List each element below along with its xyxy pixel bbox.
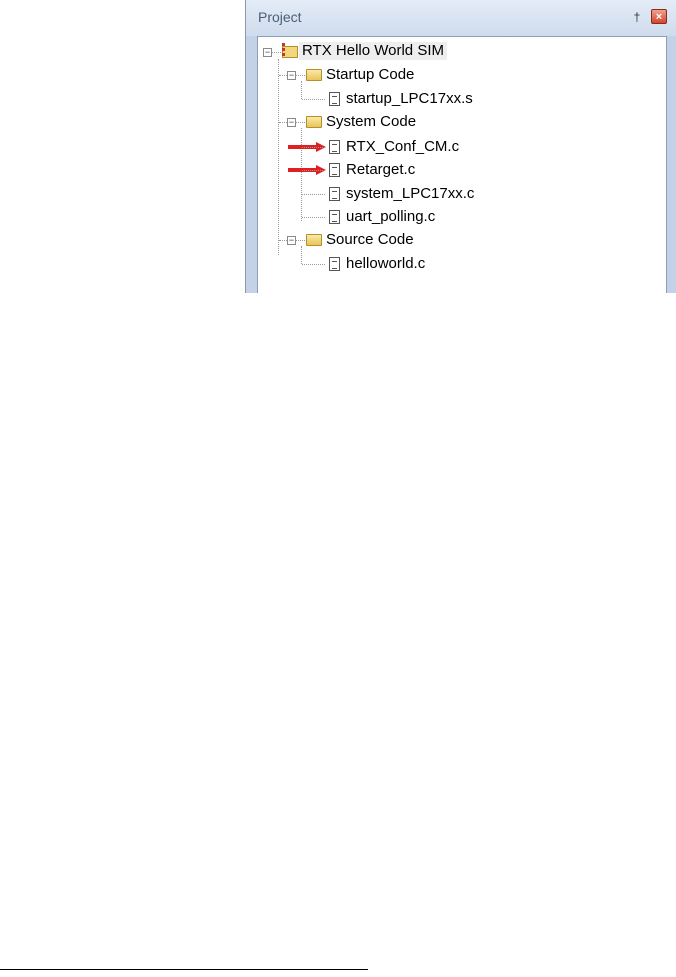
tree-group-label: System Code: [326, 113, 417, 130]
tree-group-system-code[interactable]: − System Code: [258, 111, 658, 133]
tree-line: [296, 240, 305, 241]
tree-root-label: RTX Hello World SIM: [299, 42, 447, 60]
collapse-icon[interactable]: −: [287, 236, 296, 245]
tree-file-label: startup_LPC17xx.s: [346, 90, 473, 107]
close-icon[interactable]: ×: [651, 9, 667, 24]
tree-group-label: Source Code: [326, 231, 414, 248]
tree-file-label: RTX_Conf_CM.c: [346, 138, 460, 155]
tree-line: [296, 122, 305, 123]
collapse-icon[interactable]: −: [263, 48, 272, 57]
panel-title: Project: [258, 9, 302, 25]
tree-line: [279, 240, 287, 241]
tree-file-label: uart_polling.c: [346, 208, 436, 225]
tree-line: [296, 75, 305, 76]
tree-file-retarget-c[interactable]: Retarget.c: [258, 158, 658, 180]
pin-icon[interactable]: †: [630, 8, 644, 26]
panel-titlebar: Project † ×: [246, 0, 676, 36]
project-tree: − RTX Hello World SIM − Startup Code sta…: [257, 36, 667, 293]
tree-file-helloworld-c[interactable]: helloworld.c: [258, 252, 658, 274]
tree-line: [302, 194, 325, 195]
file-icon: [329, 187, 340, 201]
file-icon: [329, 163, 340, 177]
tree-line: [302, 147, 325, 148]
tree-file-label: Retarget.c: [346, 161, 416, 178]
tree-line: [279, 75, 287, 76]
tree-line: [302, 170, 325, 171]
folder-icon: [306, 234, 322, 246]
collapse-icon[interactable]: −: [287, 71, 296, 80]
tree-file-label: helloworld.c: [346, 255, 426, 272]
tree-line: [272, 52, 281, 53]
tree-line: [279, 122, 287, 123]
tree-file-system-lpc17xx-c[interactable]: system_LPC17xx.c: [258, 182, 658, 204]
tree-file-uart-polling-c[interactable]: uart_polling.c: [258, 205, 658, 227]
tree-group-label: Startup Code: [326, 66, 415, 83]
tree-line: [302, 99, 325, 100]
footnote-divider: [0, 969, 368, 970]
collapse-icon[interactable]: −: [287, 118, 296, 127]
file-icon: [329, 140, 340, 154]
project-panel: Project † × − RTX Hello World SIM − Star…: [245, 0, 676, 293]
file-icon: [329, 210, 340, 224]
folder-icon: [306, 69, 322, 81]
tree-line: [302, 264, 325, 265]
file-icon: [329, 257, 340, 271]
tree-file-startup-lpc17xx-s[interactable]: startup_LPC17xx.s: [258, 87, 658, 109]
tree-group-startup-code[interactable]: − Startup Code: [258, 64, 658, 86]
tree-line: [302, 217, 325, 218]
tree-root[interactable]: − RTX Hello World SIM: [258, 41, 658, 63]
project-icon: [282, 43, 298, 58]
tree-file-rtx-conf-cm-c[interactable]: RTX_Conf_CM.c: [258, 135, 658, 157]
folder-icon: [306, 116, 322, 128]
file-icon: [329, 92, 340, 106]
tree-group-source-code[interactable]: − Source Code: [258, 229, 658, 251]
tree-file-label: system_LPC17xx.c: [346, 185, 475, 202]
